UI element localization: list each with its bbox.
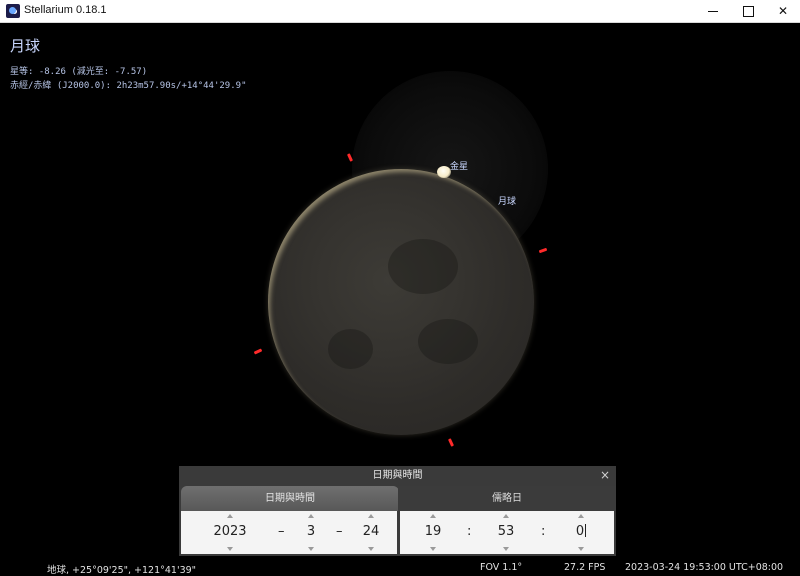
venus-label: 金星: [450, 162, 469, 172]
selection-pointer-marker: [447, 438, 455, 447]
spin-up-icon[interactable]: [368, 514, 374, 518]
window-titlebar[interactable]: Stellarium 0.18.1 ✕: [0, 0, 800, 23]
status-location: 地球, +25°09'25", +121°41'39": [47, 565, 197, 576]
tab-julian-day[interactable]: 儒略日: [398, 486, 616, 511]
year-spinbox[interactable]: 2023: [195, 511, 265, 554]
year-value[interactable]: 2023: [195, 524, 265, 539]
moon-mare: [388, 239, 458, 294]
object-magnitude: 星等: -8.26 (減光至: -7.57): [10, 67, 148, 77]
month-spinbox[interactable]: 3: [296, 511, 326, 554]
minute-spinbox[interactable]: 53: [491, 511, 521, 554]
spin-up-icon[interactable]: [503, 514, 509, 518]
stellarium-app-icon: [6, 4, 20, 18]
dialog-title[interactable]: 日期與時間: [179, 466, 616, 486]
moon-mare: [418, 319, 478, 364]
spin-down-icon[interactable]: [227, 547, 233, 551]
spin-up-icon[interactable]: [227, 514, 233, 518]
status-fps: 27.2 FPS: [564, 562, 606, 573]
close-icon: ✕: [777, 4, 789, 18]
month-value[interactable]: 3: [296, 524, 326, 539]
second-field[interactable]: 0: [566, 524, 596, 539]
selection-pointer-marker: [253, 348, 263, 355]
time-separator: :: [541, 524, 546, 539]
date-time-dialog[interactable]: 日期與時間 × 日期與時間 儒略日 2023 – 3 – 24 19 : 53 …: [179, 466, 616, 556]
spin-down-icon[interactable]: [430, 547, 436, 551]
status-bar: 地球, +25°09'25", +121°41'39" FOV 1.1° 27.…: [0, 559, 800, 576]
selection-pointer-marker: [538, 247, 548, 254]
minimize-icon: [708, 10, 718, 12]
status-fov: FOV 1.1°: [480, 562, 523, 573]
second-spinbox[interactable]: 0: [566, 511, 596, 554]
maximize-button[interactable]: [731, 0, 765, 22]
minute-value[interactable]: 53: [491, 524, 521, 539]
spin-down-icon[interactable]: [503, 547, 509, 551]
text-caret: [585, 524, 587, 537]
dialog-close-icon[interactable]: ×: [598, 468, 612, 482]
date-fields-panel: 2023 – 3 – 24: [181, 511, 397, 554]
spin-down-icon[interactable]: [368, 547, 374, 551]
maximize-icon: [742, 5, 754, 17]
selected-object-name: 月球: [10, 37, 41, 55]
spin-down-icon[interactable]: [578, 547, 584, 551]
time-separator: :: [467, 524, 472, 539]
date-separator: –: [336, 524, 343, 539]
spin-up-icon[interactable]: [430, 514, 436, 518]
spin-up-icon[interactable]: [308, 514, 314, 518]
close-window-button[interactable]: ✕: [766, 0, 800, 22]
moon-mare: [328, 329, 373, 369]
day-value[interactable]: 24: [353, 524, 389, 539]
object-ra-dec: 赤經/赤緯 (J2000.0): 2h23m57.90s/+14°44'29.9…: [10, 81, 247, 91]
date-separator: –: [278, 524, 285, 539]
status-datetime: 2023-03-24 19:53:00 UTC+08:00: [625, 562, 784, 573]
minimize-button[interactable]: [696, 0, 730, 22]
second-value[interactable]: 0: [576, 524, 584, 539]
venus-planet[interactable]: [437, 166, 451, 178]
moon-disk[interactable]: [268, 169, 534, 435]
spin-up-icon[interactable]: [578, 514, 584, 518]
spin-down-icon[interactable]: [308, 547, 314, 551]
day-spinbox[interactable]: 24: [353, 511, 389, 554]
hour-spinbox[interactable]: 19: [418, 511, 448, 554]
window-title: Stellarium 0.18.1: [24, 4, 107, 16]
hour-value[interactable]: 19: [418, 524, 448, 539]
tab-date-time[interactable]: 日期與時間: [181, 486, 399, 511]
moon-label: 月球: [498, 197, 517, 207]
time-fields-panel: 19 : 53 : 0: [400, 511, 614, 554]
